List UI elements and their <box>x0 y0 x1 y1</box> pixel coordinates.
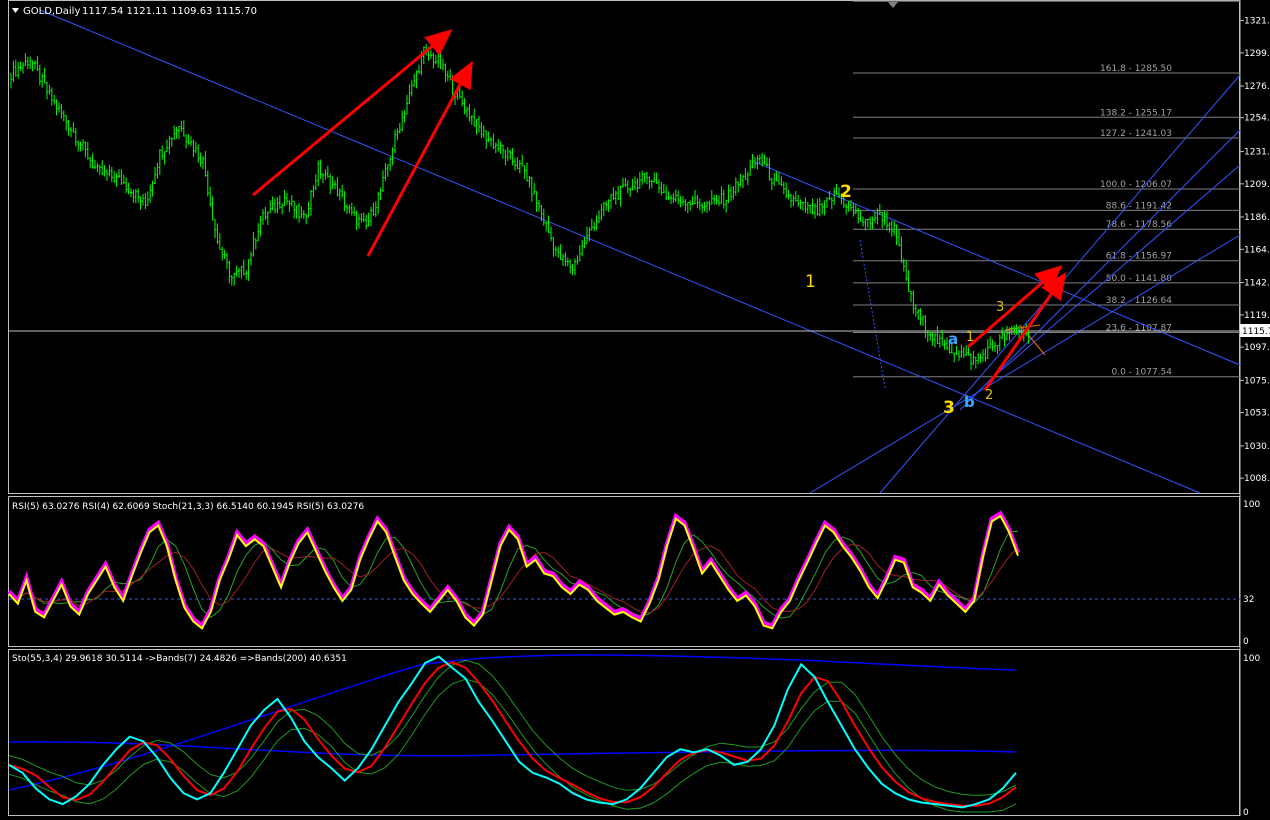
price-tick-label: 1142.0 <box>1244 279 1270 289</box>
small-wave-label-1: 1 <box>966 330 974 345</box>
sto-tick-100: 100 <box>1243 654 1260 664</box>
price-tick-label: 1119.9 <box>1244 311 1270 321</box>
symbol-name: GOLD,Daily <box>23 6 80 17</box>
fibo-level-label: 161.8 - 1285.50 <box>1100 64 1172 74</box>
chart-background <box>0 0 1270 816</box>
fibo-level-label: 38.2 - 1126.64 <box>1106 296 1172 306</box>
current-price-label: 1115.7 <box>1242 327 1270 337</box>
small-wave-label-3: 3 <box>996 300 1004 315</box>
price-tick-label: 1209.6 <box>1244 180 1270 190</box>
price-tick-label: 1299.3 <box>1244 49 1270 59</box>
rsi-tick-100: 100 <box>1243 500 1260 510</box>
price-tick-label: 1186.9 <box>1244 213 1270 223</box>
price-axis: 1321.4 1299.3 1276.6 1254.9 1231.7 1209.6 1186… <box>1240 17 1270 484</box>
fibo-level-label: 0.0 - 1077.54 <box>1112 368 1173 378</box>
price-tick-label: 1030.2 <box>1244 442 1270 452</box>
sto-header: Sto(55,3,4) 29.9618 30.5114 ->Bands(7) 2… <box>12 654 347 664</box>
small-wave-label-2: 2 <box>985 388 993 403</box>
fibo-level-label: 61.8 - 1156.97 <box>1106 252 1172 262</box>
price-tick-label: 1008.1 <box>1244 474 1270 484</box>
fibo-level-label: 88.6 - 1191.42 <box>1106 201 1172 211</box>
abc-label-b: b <box>964 393 975 411</box>
fibo-level-label: 100.0 - 1206.07 <box>1100 180 1172 190</box>
price-tick-label: 1231.7 <box>1244 148 1270 158</box>
fibo-level-label: 78.6 - 1178.56 <box>1106 220 1172 230</box>
price-tick-label: 1164.8 <box>1244 245 1270 255</box>
fibo-level-label: 138.2 - 1255.17 <box>1100 108 1172 118</box>
fibo-level-label: 50.0 - 1141.80 <box>1106 274 1172 284</box>
price-tick-label: 1053.0 <box>1244 409 1270 419</box>
rsi-header: RSI(5) 63.0276 RSI(4) 62.6069 Stoch(21,3… <box>12 502 364 512</box>
price-tick-label: 1254.9 <box>1244 114 1270 124</box>
fibo-level-label: 200 - 1334.60 <box>1109 0 1173 2</box>
rsi-tick-0: 0 <box>1243 637 1249 647</box>
price-tick-label: 1075.1 <box>1244 376 1270 386</box>
abc-label-a: a <box>948 330 958 348</box>
price-tick-label: 1097.8 <box>1244 343 1270 353</box>
ohlc-values: 1117.54 1121.11 1109.63 1115.70 <box>82 6 257 17</box>
wave-label-1: 1 <box>805 272 816 292</box>
price-tick-label: 1321.4 <box>1244 17 1270 27</box>
wave-label-2: 2 <box>840 182 852 202</box>
rsi-tick-32: 32 <box>1243 595 1254 605</box>
sto-tick-0: 0 <box>1243 808 1249 816</box>
fibo-level-label: 127.2 - 1241.03 <box>1100 129 1172 139</box>
price-tick-label: 1276.6 <box>1244 82 1270 92</box>
trading-chart-window[interactable]: 200 - 1334.60 161.8 - 1285.50 138.2 - 1255… <box>0 0 1270 818</box>
wave-label-3: 3 <box>943 398 955 418</box>
